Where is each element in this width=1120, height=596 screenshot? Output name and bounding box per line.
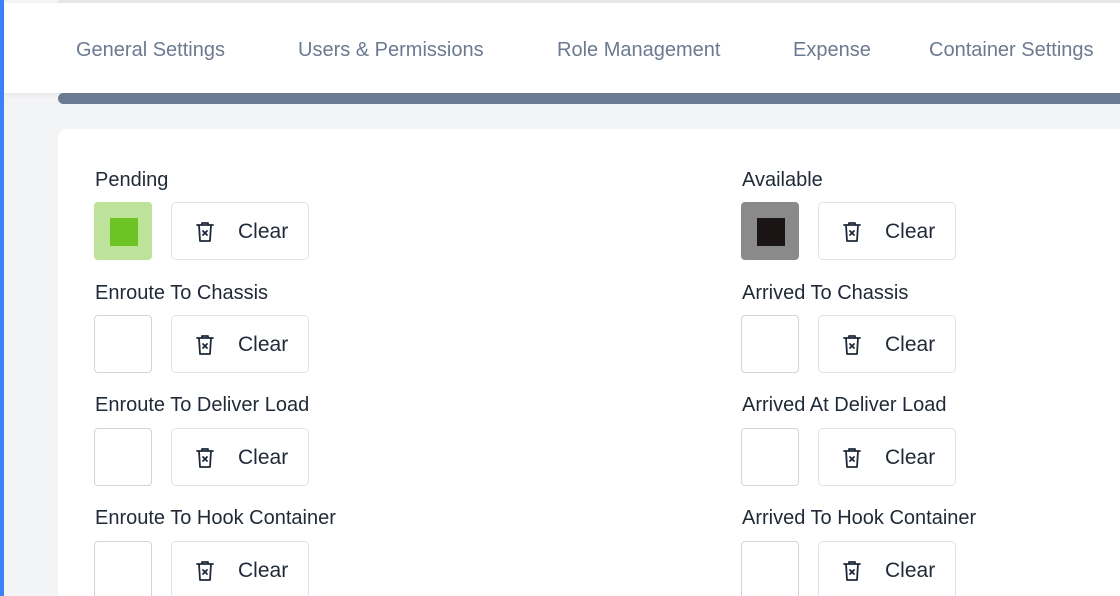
- tab-general-settings[interactable]: General Settings: [76, 39, 225, 62]
- arrived-to-hook-container-clear-button[interactable]: Clear: [818, 541, 956, 596]
- trash-x-icon: [194, 559, 216, 583]
- pending-color-picker[interactable]: [94, 202, 152, 260]
- arrived-to-chassis-label: Arrived To Chassis: [742, 282, 909, 304]
- pending-clear-button[interactable]: Clear: [171, 202, 309, 260]
- trash-x-icon: [194, 220, 216, 244]
- clear-button-label: Clear: [238, 333, 289, 356]
- clear-button-label: Clear: [885, 559, 936, 582]
- enroute-to-chassis-clear-button[interactable]: Clear: [171, 315, 309, 373]
- settings-tabs: General Settings Users & Permissions Rol…: [4, 3, 1120, 93]
- clear-button-label: Clear: [238, 446, 289, 469]
- arrived-at-deliver-load-clear-button[interactable]: Clear: [818, 428, 956, 486]
- enroute-to-hook-container-clear-button[interactable]: Clear: [171, 541, 309, 596]
- clear-button-label: Clear: [885, 333, 936, 356]
- section-divider-bar: [58, 93, 1120, 104]
- pending-label: Pending: [95, 169, 169, 191]
- trash-x-icon: [841, 333, 863, 357]
- enroute-to-hook-container-label: Enroute To Hook Container: [95, 507, 336, 529]
- enroute-to-chassis-label: Enroute To Chassis: [95, 282, 269, 304]
- tab-role-management[interactable]: Role Management: [557, 39, 720, 62]
- trash-x-icon: [841, 559, 863, 583]
- trash-x-icon: [841, 446, 863, 470]
- available-color-picker[interactable]: [741, 202, 799, 260]
- clear-button-label: Clear: [238, 220, 289, 243]
- trash-x-icon: [841, 220, 863, 244]
- clear-button-label: Clear: [238, 559, 289, 582]
- tab-container-settings[interactable]: Container Settings: [929, 39, 1094, 62]
- arrived-to-hook-container-label: Arrived To Hook Container: [742, 507, 977, 529]
- arrived-at-deliver-load-color-picker[interactable]: [741, 428, 799, 486]
- pending-color-sample: [110, 218, 138, 246]
- available-clear-button[interactable]: Clear: [818, 202, 956, 260]
- arrived-to-chassis-clear-button[interactable]: Clear: [818, 315, 956, 373]
- available-color-sample: [757, 218, 785, 246]
- arrived-to-chassis-color-picker[interactable]: [741, 315, 799, 373]
- clear-button-label: Clear: [885, 220, 936, 243]
- tab-expense[interactable]: Expense: [793, 39, 871, 62]
- trash-x-icon: [194, 446, 216, 470]
- available-label: Available: [742, 169, 823, 191]
- trash-x-icon: [194, 333, 216, 357]
- clear-button-label: Clear: [885, 446, 936, 469]
- enroute-to-deliver-load-label: Enroute To Deliver Load: [95, 394, 310, 416]
- enroute-to-chassis-color-picker[interactable]: [94, 315, 152, 373]
- enroute-to-deliver-load-clear-button[interactable]: Clear: [171, 428, 309, 486]
- arrived-at-deliver-load-label: Arrived At Deliver Load: [742, 394, 947, 416]
- tab-users-permissions[interactable]: Users & Permissions: [298, 39, 484, 62]
- arrived-to-hook-container-color-picker[interactable]: [741, 541, 799, 596]
- enroute-to-deliver-load-color-picker[interactable]: [94, 428, 152, 486]
- enroute-to-hook-container-color-picker[interactable]: [94, 541, 152, 596]
